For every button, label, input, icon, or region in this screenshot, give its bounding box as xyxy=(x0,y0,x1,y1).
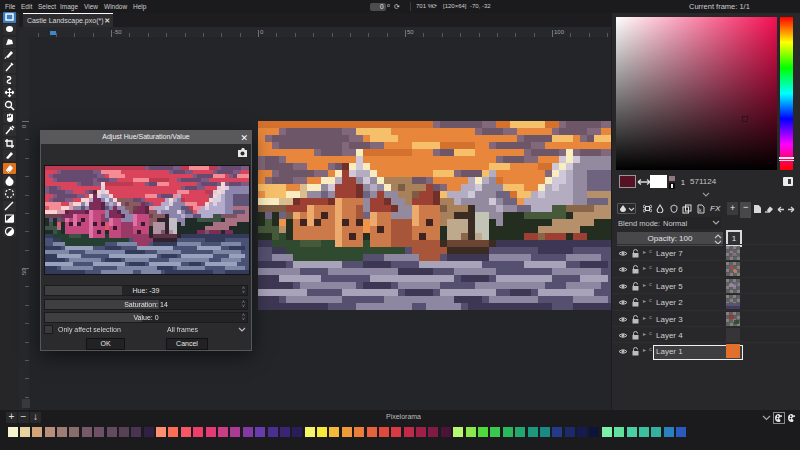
svg-text:k: k xyxy=(699,207,702,213)
